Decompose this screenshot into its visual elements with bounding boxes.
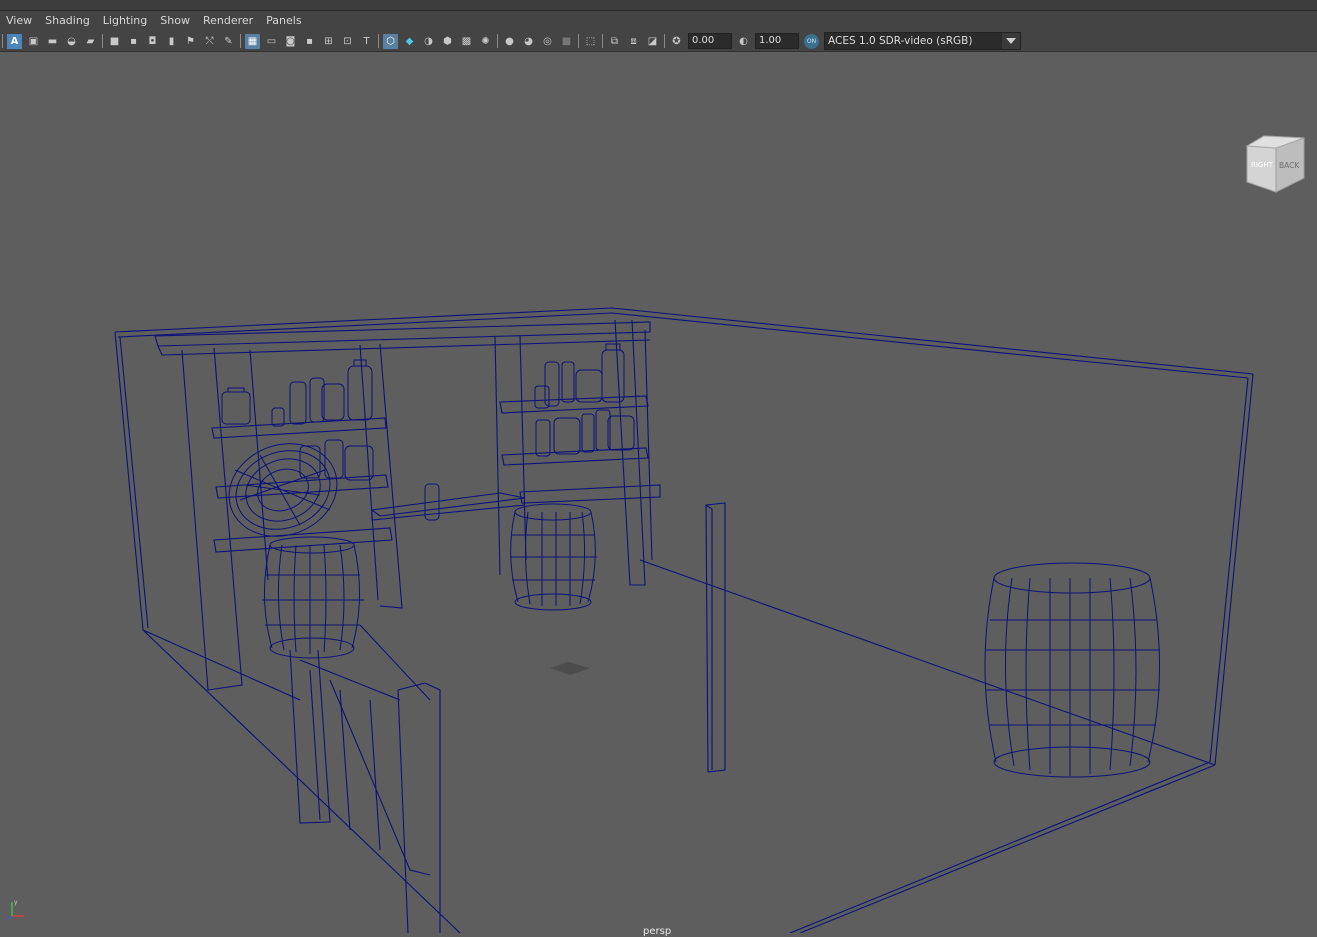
menu-panels[interactable]: Panels [260,11,308,31]
chevron-down-icon [1002,33,1020,49]
menu-renderer[interactable]: Renderer [197,11,260,31]
wireframe-icon[interactable]: ⬡ [383,33,398,49]
toolbar-separator [602,34,603,48]
safe-title-icon[interactable]: ⤲ [202,34,217,49]
exposure-icon[interactable]: ✪ [669,34,684,49]
field-chart-icon[interactable]: ▮ [164,34,179,49]
panel-menu-bar: View Shading Lighting Show Renderer Pane… [0,11,1317,31]
view-cube-right-label: RIGHT [1251,161,1274,169]
menu-lighting[interactable]: Lighting [97,11,154,31]
film-gate-toggle-icon[interactable]: ▭ [264,34,279,49]
ambient-occlusion-icon[interactable]: ◕ [521,34,536,49]
backface-culling-icon[interactable]: ◪ [645,34,660,49]
xray-icon[interactable]: ▩ [459,34,474,49]
motion-blur-icon[interactable]: ◎ [540,34,555,49]
wireframe-on-shaded-icon[interactable]: ⬢ [440,34,455,49]
barrels-wireframe [228,443,1160,778]
isolate-select-icon[interactable]: ⬚ [583,34,598,49]
gate-mask-icon[interactable]: ◘ [145,34,160,49]
gate-mask-toggle-icon[interactable]: ▪ [302,34,317,49]
axis-gizmo: y [6,898,28,923]
xray-joints-icon[interactable]: ⧉ [607,34,622,49]
film-gate-icon[interactable]: ■ [107,34,122,49]
xray-active-icon[interactable]: ⧈ [626,34,641,49]
toolbar-separator [378,34,379,48]
view-cube-back-label: BACK [1279,161,1300,170]
bookmark-icon[interactable]: ▬ [45,34,60,49]
default-material-icon[interactable]: ◑ [421,34,436,49]
two-d-pan-icon[interactable]: ▰ [83,34,98,49]
toolbar-separator [664,34,665,48]
axis-y-label: y [14,899,18,906]
wireframe-scene [114,307,1254,934]
camera-name-label: persp [643,926,672,937]
color-management-toggle[interactable]: ON [804,33,819,49]
gamma-field[interactable]: 1.00 [755,33,799,49]
safe-title-toggle-icon[interactable]: T [359,34,374,49]
menu-show[interactable]: Show [154,11,197,31]
grid-icon[interactable]: ▦ [245,33,260,49]
toolbar-separator [240,34,241,48]
toolbar-separator [102,34,103,48]
exposure-field[interactable]: 0.00 [688,33,732,49]
image-plane-icon[interactable]: ◒ [64,34,79,49]
smooth-shade-icon[interactable]: ◆ [402,34,417,49]
panel-toolbar: A ▣ ▬ ◒ ▰ ■ ▪ ◘ ▮ ⚑ ⤲ ✎ ▦ ▭ ◙ ▪ ⊞ ⊡ T ⬡ … [0,31,1317,52]
view-transform-dropdown[interactable]: ACES 1.0 SDR-video (sRGB) [824,32,1021,50]
menu-shading[interactable]: Shading [39,11,97,31]
view-cube[interactable]: RIGHT BACK [1242,134,1307,197]
toolbar-separator [2,34,3,48]
window-top-strip [0,0,1317,11]
use-all-lights-icon[interactable]: ✺ [478,34,493,49]
menu-view[interactable]: View [0,11,39,31]
floor-marker [550,662,590,675]
grease-pencil-icon[interactable]: ✎ [221,34,236,49]
select-camera-icon[interactable]: A [7,33,22,49]
field-chart-toggle-icon[interactable]: ⊞ [321,34,336,49]
shadows-icon[interactable]: ● [502,34,517,49]
camera-attributes-icon[interactable]: ▣ [26,34,41,49]
toolbar-separator [497,34,498,48]
gamma-icon[interactable]: ◐ [736,34,751,49]
safe-action-icon[interactable]: ⚑ [183,34,198,49]
safe-action-toggle-icon[interactable]: ⊡ [340,34,355,49]
resolution-gate-toggle-icon[interactable]: ◙ [283,34,298,49]
persp-viewport[interactable]: RIGHT BACK y persp [0,52,1317,937]
anti-aliasing-icon[interactable]: ■ [559,34,574,49]
view-transform-value: ACES 1.0 SDR-video (sRGB) [828,35,973,47]
resolution-gate-icon[interactable]: ▪ [126,34,141,49]
toolbar-separator [578,34,579,48]
